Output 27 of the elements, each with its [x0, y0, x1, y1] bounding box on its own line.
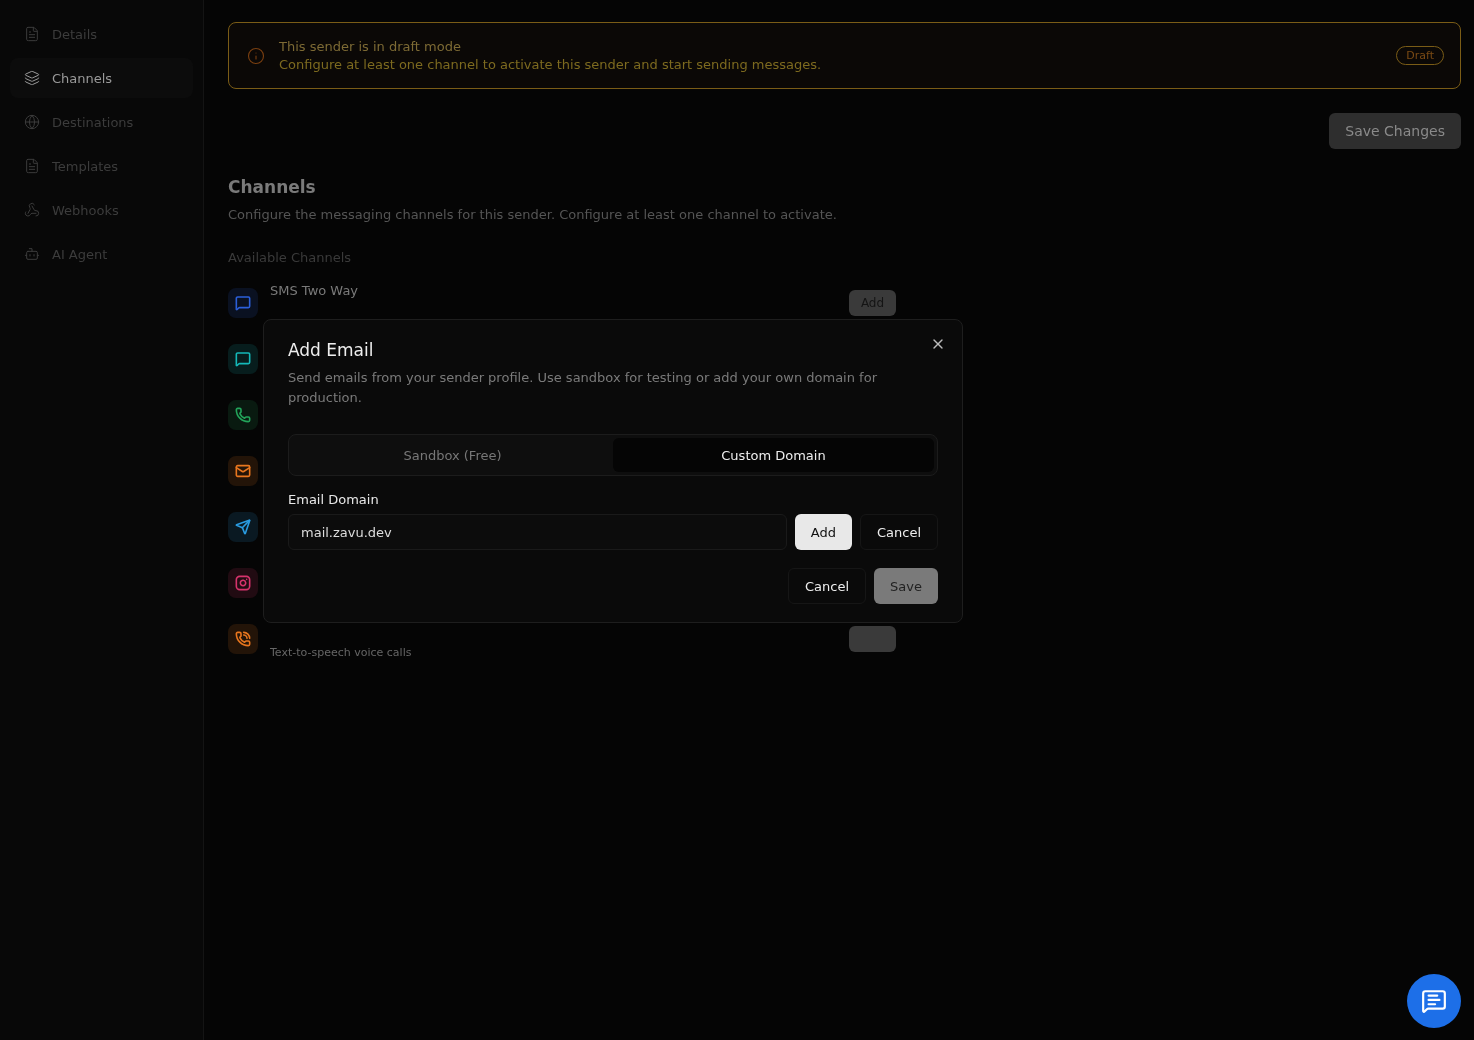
section-description: Configure the messaging channels for this sender. Configure at least one channel to activate.	[228, 207, 838, 222]
chat-button[interactable]	[1407, 974, 1461, 1028]
channel-title: SMS Two Way	[270, 283, 360, 298]
cancel-button[interactable]: Cancel	[788, 568, 867, 604]
document-icon	[24, 26, 40, 42]
cancel-button[interactable]: Cancel	[859, 514, 938, 550]
tab[interactable]: Sandbox (Free)	[292, 438, 613, 472]
alert-title: This sender is in draft mode	[279, 39, 462, 54]
field-label: Email Domain	[288, 492, 380, 507]
layers-icon	[24, 70, 40, 86]
webhook-icon	[24, 202, 40, 218]
tab[interactable]: Custom Domain	[613, 438, 934, 472]
chat-icon	[1421, 988, 1447, 1014]
dialog-description: Send emails from your sender profile. Use sandbox for testing or add your own domain for production.	[288, 369, 878, 407]
add-button[interactable]: Add	[794, 514, 852, 550]
globe-icon	[24, 114, 40, 130]
save-changes-button[interactable]: Save Changes	[1329, 113, 1461, 149]
robot-icon	[24, 246, 40, 262]
info-icon	[247, 46, 265, 65]
email-domain-field[interactable]: mail.zavu.dev	[288, 514, 787, 550]
dialog-title: Add Email	[288, 340, 375, 360]
channel-subtitle: Text-to-speech voice calls	[270, 646, 413, 659]
section-title: Channels	[228, 177, 317, 197]
save-button[interactable]: Save	[874, 568, 938, 604]
sidebar-item[interactable]: Channels	[10, 58, 193, 98]
document-icon	[24, 158, 40, 174]
alert-message: Configure at least one channel to activate this sender and start sending messages.	[279, 57, 823, 72]
